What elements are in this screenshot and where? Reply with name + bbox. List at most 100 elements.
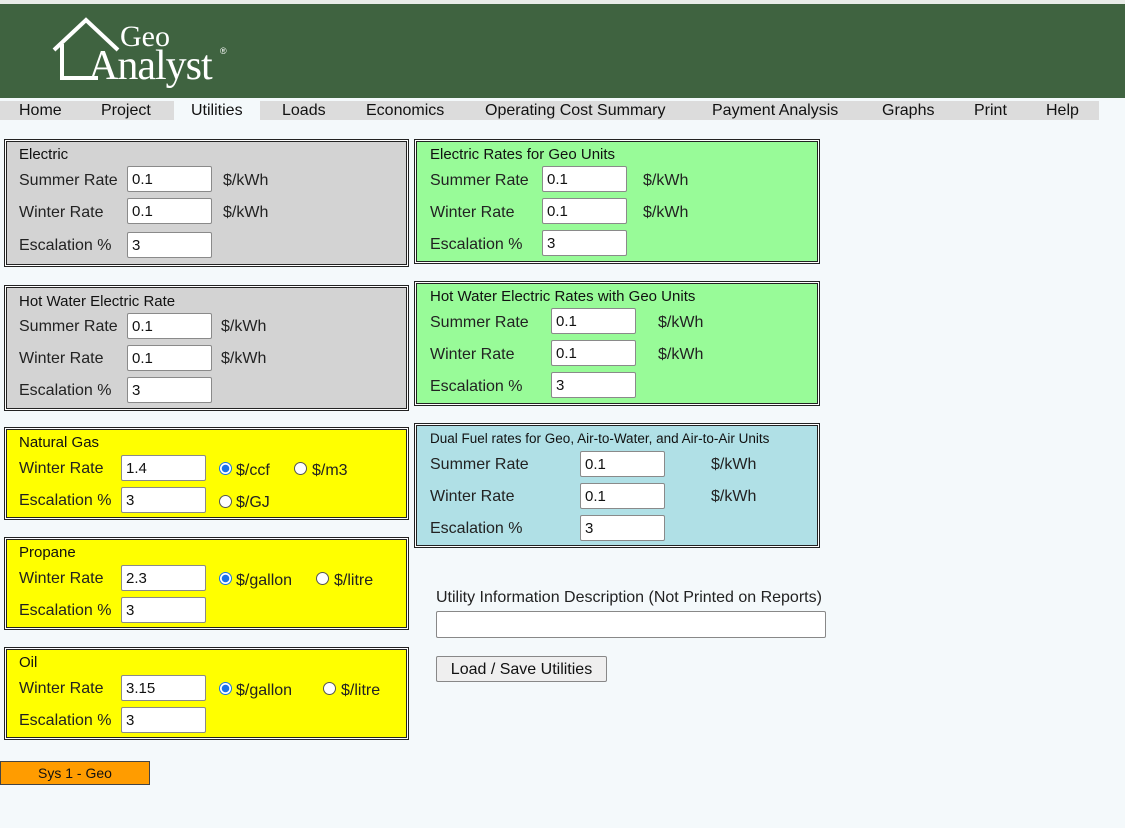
- escalation-label: Escalation %: [430, 236, 523, 253]
- gallon-radio-label: $/gallon: [236, 572, 293, 589]
- nav-graphs[interactable]: Graphs: [882, 101, 934, 120]
- winter-rate-label: Winter Rate: [19, 204, 104, 221]
- gallon-radio[interactable]: [219, 572, 232, 585]
- unit-label: $/kWh: [711, 456, 757, 473]
- panel-title: Dual Fuel rates for Geo, Air-to-Water, a…: [430, 431, 770, 446]
- unit-label: $/kWh: [711, 488, 757, 505]
- main-nav: Home Project Utilities Loads Economics O…: [0, 101, 1099, 120]
- nav-operating-cost-summary[interactable]: Operating Cost Summary: [485, 101, 666, 120]
- dual-fuel-escalation-input[interactable]: [580, 515, 665, 541]
- description-input[interactable]: [436, 611, 826, 638]
- panel-title: Hot Water Electric Rate: [19, 293, 176, 310]
- litre-radio[interactable]: [316, 572, 329, 585]
- geo-hot-water-panel: Hot Water Electric Rates with Geo Units …: [414, 281, 820, 406]
- unit-label: $/kWh: [221, 318, 267, 335]
- summer-rate-label: Summer Rate: [19, 172, 118, 189]
- winter-rate-label: Winter Rate: [430, 204, 515, 221]
- unit-label: $/kWh: [643, 204, 689, 221]
- panel-title: Propane: [19, 544, 76, 561]
- geo-hot-water-winter-rate-input[interactable]: [551, 340, 636, 366]
- natural-gas-escalation-input[interactable]: [121, 487, 206, 513]
- app-header: Geo Analyst ®: [0, 4, 1125, 98]
- m3-radio-label: $/m3: [312, 462, 348, 479]
- escalation-label: Escalation %: [19, 602, 112, 619]
- geo-electric-panel: Electric Rates for Geo Units Summer Rate…: [414, 139, 820, 264]
- hot-water-summer-rate-input[interactable]: [127, 313, 212, 339]
- gallon-radio-label: $/gallon: [236, 682, 293, 699]
- dual-fuel-winter-rate-input[interactable]: [580, 483, 665, 509]
- system-button[interactable]: Sys 1 - Geo: [0, 761, 150, 785]
- geo-electric-summer-rate-input[interactable]: [542, 166, 627, 192]
- electric-winter-rate-input[interactable]: [127, 198, 212, 224]
- natural-gas-winter-rate-input[interactable]: [121, 455, 206, 481]
- winter-rate-label: Winter Rate: [19, 570, 104, 587]
- escalation-label: Escalation %: [430, 520, 523, 537]
- electric-escalation-input[interactable]: [127, 232, 212, 258]
- load-save-utilities-button[interactable]: Load / Save Utilities: [436, 656, 607, 682]
- litre-radio-label: $/litre: [334, 572, 374, 589]
- nav-economics[interactable]: Economics: [366, 101, 444, 120]
- litre-radio-label: $/litre: [341, 682, 381, 699]
- geo-electric-winter-rate-input[interactable]: [542, 198, 627, 224]
- nav-utilities[interactable]: Utilities: [174, 101, 260, 120]
- panel-title: Natural Gas: [19, 434, 100, 451]
- unit-label: $/kWh: [223, 204, 269, 221]
- unit-label: $/kWh: [223, 172, 269, 189]
- propane-panel: Propane Winter Rate $/gallon $/litre Esc…: [4, 537, 409, 630]
- m3-radio[interactable]: [294, 462, 307, 475]
- panel-title: Hot Water Electric Rates with Geo Units: [430, 288, 696, 305]
- logo-analyst-text: Analyst: [88, 43, 213, 89]
- unit-label: $/kWh: [658, 346, 704, 363]
- gallon-radio[interactable]: [219, 682, 232, 695]
- escalation-label: Escalation %: [19, 382, 112, 399]
- escalation-label: Escalation %: [19, 237, 112, 254]
- oil-winter-rate-input[interactable]: [121, 675, 206, 701]
- summer-rate-label: Summer Rate: [430, 456, 529, 473]
- logo-registered-mark: ®: [220, 46, 227, 56]
- unit-label: $/kWh: [643, 172, 689, 189]
- summer-rate-label: Summer Rate: [430, 314, 529, 331]
- winter-rate-label: Winter Rate: [19, 460, 104, 477]
- gj-radio[interactable]: [219, 495, 232, 508]
- escalation-label: Escalation %: [19, 492, 112, 509]
- unit-label: $/kWh: [221, 350, 267, 367]
- electric-summer-rate-input[interactable]: [127, 166, 212, 192]
- summer-rate-label: Summer Rate: [430, 172, 529, 189]
- description-label: Utility Information Description (Not Pri…: [436, 589, 822, 606]
- hot-water-panel: Hot Water Electric Rate Summer Rate $/kW…: [4, 285, 409, 411]
- natural-gas-panel: Natural Gas Winter Rate $/ccf $/m3 Escal…: [4, 427, 409, 520]
- winter-rate-label: Winter Rate: [19, 350, 104, 367]
- electric-panel: Electric Summer Rate $/kWh Winter Rate $…: [4, 139, 409, 267]
- panel-title: Electric: [19, 146, 69, 163]
- oil-escalation-input[interactable]: [121, 707, 206, 733]
- nav-payment-analysis[interactable]: Payment Analysis: [712, 101, 838, 120]
- geo-hot-water-summer-rate-input[interactable]: [551, 308, 636, 334]
- nav-home[interactable]: Home: [19, 101, 62, 120]
- escalation-label: Escalation %: [19, 712, 112, 729]
- geo-hot-water-escalation-input[interactable]: [551, 372, 636, 398]
- oil-panel: Oil Winter Rate $/gallon $/litre Escalat…: [4, 647, 409, 740]
- geoanalyst-logo[interactable]: Geo Analyst ®: [48, 16, 238, 96]
- nav-help[interactable]: Help: [1046, 101, 1079, 120]
- gj-radio-label: $/GJ: [236, 494, 270, 511]
- nav-print[interactable]: Print: [974, 101, 1007, 120]
- winter-rate-label: Winter Rate: [430, 488, 515, 505]
- unit-label: $/kWh: [658, 314, 704, 331]
- nav-loads[interactable]: Loads: [282, 101, 326, 120]
- winter-rate-label: Winter Rate: [19, 680, 104, 697]
- dual-fuel-summer-rate-input[interactable]: [580, 451, 665, 477]
- dual-fuel-panel: Dual Fuel rates for Geo, Air-to-Water, a…: [414, 423, 820, 548]
- panel-title: Electric Rates for Geo Units: [430, 146, 616, 163]
- nav-project[interactable]: Project: [101, 101, 151, 120]
- hot-water-winter-rate-input[interactable]: [127, 345, 212, 371]
- geo-electric-escalation-input[interactable]: [542, 230, 627, 256]
- propane-escalation-input[interactable]: [121, 597, 206, 623]
- escalation-label: Escalation %: [430, 378, 523, 395]
- panel-title: Oil: [19, 654, 38, 671]
- propane-winter-rate-input[interactable]: [121, 565, 206, 591]
- ccf-radio-label: $/ccf: [236, 462, 270, 479]
- hot-water-escalation-input[interactable]: [127, 377, 212, 403]
- litre-radio[interactable]: [323, 682, 336, 695]
- ccf-radio[interactable]: [219, 462, 232, 475]
- summer-rate-label: Summer Rate: [19, 318, 118, 335]
